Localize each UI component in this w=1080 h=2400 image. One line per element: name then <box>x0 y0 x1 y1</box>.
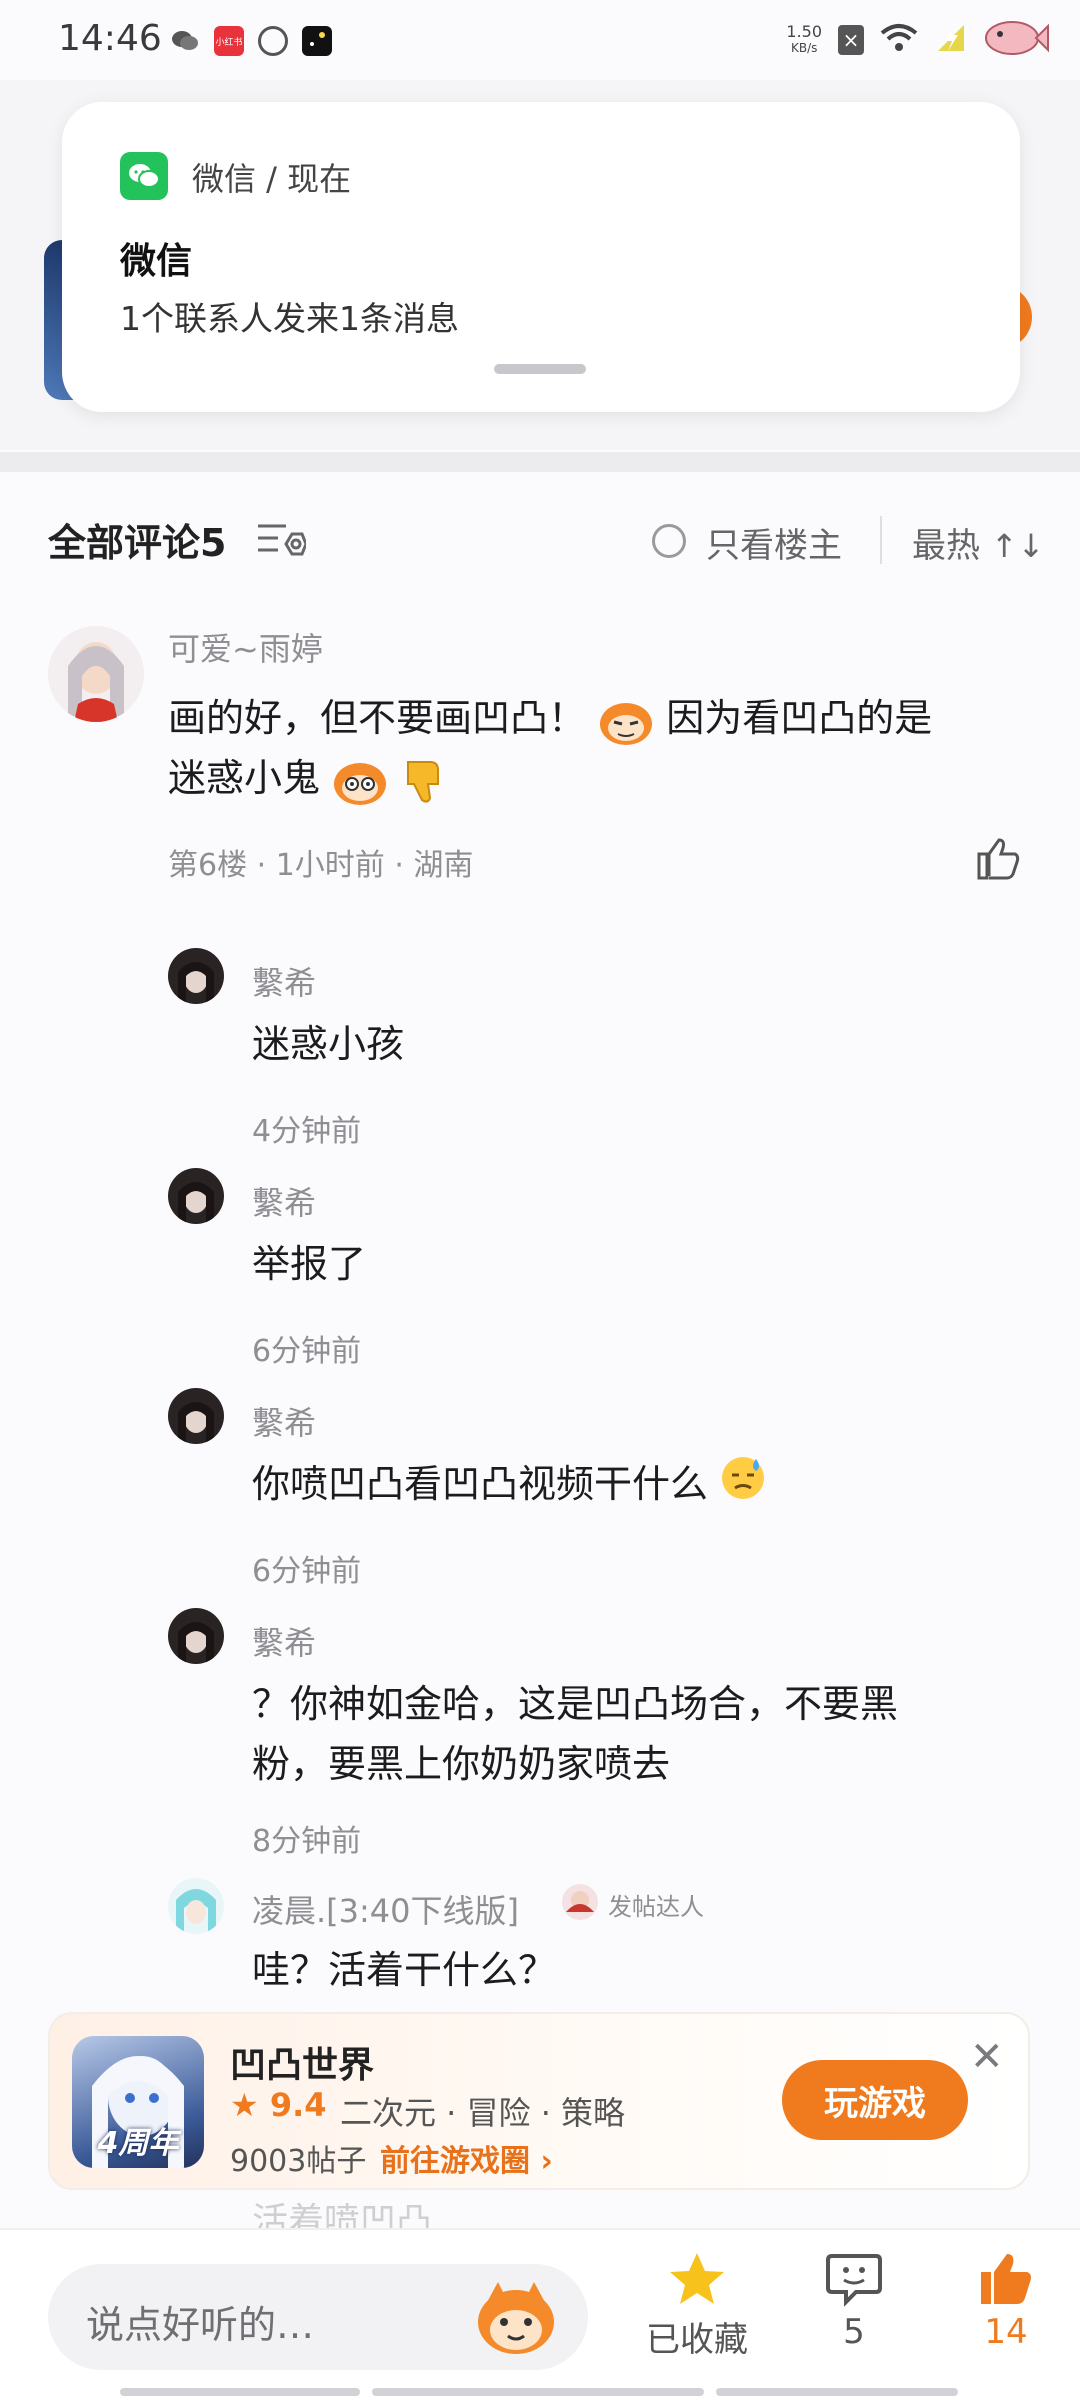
like-button[interactable]: 14 <box>956 2250 1056 2352</box>
chevron-right-icon: › <box>540 2144 553 2179</box>
battery-charging-icon <box>934 23 968 57</box>
game-posts: 9003帖子 <box>230 2144 367 2179</box>
sort-arrows-icon: ↑↓ <box>990 527 1045 565</box>
like-icon[interactable] <box>975 836 1021 884</box>
play-game-button[interactable]: 玩游戏 <box>782 2060 968 2140</box>
reply-time: 6分钟前 <box>252 1554 362 1589</box>
reply-username[interactable]: 凌晨.[3:40下线版] <box>252 1886 519 1932</box>
comments-title: 全部评论5 <box>48 521 227 565</box>
reply-time: 6分钟前 <box>252 1334 362 1369</box>
reply-username[interactable]: 繫希 <box>252 1398 316 1444</box>
thumbs-up-filled-icon <box>956 2250 1056 2312</box>
status-bar: 14:46 小红书 1.50 KB/s × <box>0 0 1080 80</box>
gesture-bar-segment <box>372 2388 704 2396</box>
dizzy-emoji-icon <box>332 756 388 806</box>
reply-text: ？你神如金哈，这是凹凸场合，不要黑 粉，要黑上你奶奶家喷去 <box>252 1682 899 1786</box>
comment-input[interactable]: 说点好听的… <box>48 2264 588 2370</box>
game-name: 凹凸世界 <box>230 2045 375 2086</box>
game-promo-card[interactable]: 4周年 凹凸世界 ★ 9.4 二次元 · 冒险 · 策略 9003帖子 前往游戏… <box>48 2012 1030 2190</box>
reply-text: 举报了 <box>252 1242 367 1286</box>
star-icon: ★ <box>230 2086 259 2124</box>
game-icon[interactable]: 4周年 <box>72 2036 204 2168</box>
gesture-bar-segment <box>716 2388 958 2396</box>
network-speed: 1.50 KB/s <box>786 22 822 56</box>
notification-source: 微信 / 现在 <box>192 160 352 198</box>
bottom-action-bar: 说点好听的… 已收藏 5 14 <box>0 2228 1080 2400</box>
wechat-status-icon <box>170 26 200 56</box>
star-filled-icon <box>632 2250 762 2312</box>
goto-game-circle-link[interactable]: 前往游戏圈 › <box>380 2136 553 2180</box>
only-op-label[interactable]: 只看楼主 <box>706 518 842 567</box>
game-rating: ★ 9.4 <box>230 2086 327 2124</box>
reply-username[interactable]: 繫希 <box>252 1618 316 1664</box>
reply-text: 迷惑小孩 <box>252 1022 405 1066</box>
app-status-icon <box>302 26 332 56</box>
reply-avatar[interactable] <box>168 1608 224 1664</box>
notification-body: 1个联系人发来1条消息 <box>120 299 459 338</box>
wifi-icon <box>880 23 918 57</box>
avatar[interactable] <box>48 626 144 722</box>
reply-username[interactable]: 繫希 <box>252 958 316 1004</box>
smirk-emoji-icon <box>598 696 654 746</box>
sim-off-icon: × <box>838 25 864 55</box>
sort-toggle[interactable]: 最热 ↑↓ <box>912 518 1044 567</box>
mascot-emoji-icon[interactable] <box>474 2278 558 2362</box>
comment-username[interactable]: 可爱~雨婷 <box>168 624 323 670</box>
close-icon[interactable]: ✕ <box>970 2034 1004 2080</box>
sort-label: 最热 <box>912 526 980 566</box>
comment-text: 画的好，但不要画凹凸！ 因为看凹凸的是 迷惑小鬼 <box>168 688 1028 808</box>
section-divider <box>0 452 1080 472</box>
status-right-group: 1.50 KB/s × <box>786 18 1050 62</box>
badge-avatar-icon <box>560 1882 600 1926</box>
comment-meta: 第6楼 · 1小时前 · 湖南 <box>168 848 474 883</box>
comment-input-placeholder: 说点好听的… <box>86 2303 315 2347</box>
sweat-emoji-icon <box>720 1455 766 1518</box>
sync-status-icon <box>258 26 288 56</box>
game-tags: 二次元 · 冒险 · 策略 <box>340 2094 626 2132</box>
comment-bubble-icon <box>804 2250 904 2312</box>
notification-title: 微信 <box>120 241 193 282</box>
notification-drag-handle[interactable] <box>494 364 586 374</box>
gesture-bar-segment <box>120 2388 360 2396</box>
fish-avatar-icon <box>984 18 1050 62</box>
reply-avatar[interactable] <box>168 1168 224 1224</box>
reply-time: 4分钟前 <box>252 1114 362 1149</box>
only-op-radio[interactable] <box>652 524 686 558</box>
reply-time: 8分钟前 <box>252 1824 362 1859</box>
reply-text: 哇？活着干什么？ <box>252 1948 557 1992</box>
reply-username[interactable]: 繫希 <box>252 1178 316 1224</box>
comment-filter-icon[interactable] <box>256 520 308 564</box>
status-time: 14:46 <box>58 18 162 59</box>
xiaohongshu-status-icon: 小红书 <box>214 26 244 56</box>
reply-avatar[interactable] <box>168 1388 224 1444</box>
favorite-button[interactable]: 已收藏 <box>632 2250 762 2361</box>
thumbs-down-emoji-icon <box>400 756 456 806</box>
poster-badge: 发帖达人 <box>560 1882 704 1926</box>
reply-text: 你喷凹凸看凹凸视频干什么 <box>252 1454 766 1518</box>
header-separator <box>880 516 882 564</box>
wechat-notification[interactable]: 微信 / 现在 微信 1个联系人发来1条消息 <box>62 102 1020 412</box>
reply-avatar[interactable] <box>168 948 224 1004</box>
reply-avatar[interactable] <box>168 1878 224 1934</box>
comment-button[interactable]: 5 <box>804 2250 904 2352</box>
wechat-icon <box>120 152 168 200</box>
